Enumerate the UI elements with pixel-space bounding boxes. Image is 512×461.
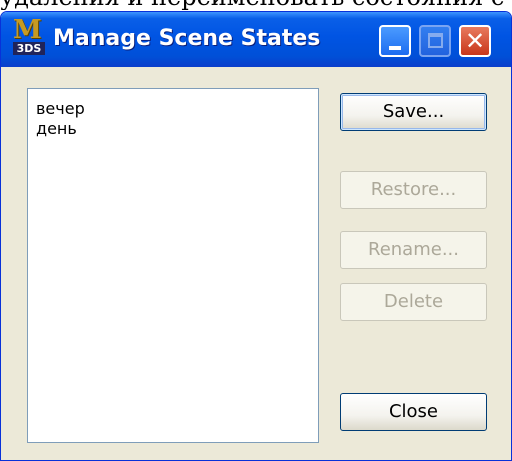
- 3ds-max-app-icon: M 3DS: [13, 17, 45, 56]
- rename-button[interactable]: Rename...: [340, 231, 487, 269]
- app-icon-label: 3DS: [13, 42, 45, 55]
- cropped-caption-text: удаления и переименовать состояния с: [0, 0, 512, 10]
- list-item[interactable]: вечер: [28, 99, 318, 119]
- close-button[interactable]: Close: [340, 393, 487, 431]
- close-window-button[interactable]: ✕: [459, 25, 491, 57]
- list-item[interactable]: день: [28, 119, 318, 139]
- delete-button[interactable]: Delete: [340, 283, 487, 321]
- scene-states-list[interactable]: вечер день: [27, 88, 319, 443]
- app-icon-letter: M: [13, 15, 42, 45]
- window-title: Manage Scene States: [53, 26, 321, 51]
- restore-button[interactable]: Restore...: [340, 171, 487, 209]
- minimize-button[interactable]: [379, 25, 411, 57]
- maximize-button: [419, 25, 451, 57]
- manage-scene-states-dialog: M 3DS Manage Scene States ✕ вечер день Sa…: [0, 11, 512, 461]
- save-button[interactable]: Save...: [340, 93, 487, 131]
- title-bar[interactable]: M 3DS Manage Scene States ✕: [1, 12, 511, 67]
- close-icon: ✕: [464, 27, 486, 55]
- minimize-icon: [389, 46, 401, 50]
- maximize-icon: [428, 33, 443, 48]
